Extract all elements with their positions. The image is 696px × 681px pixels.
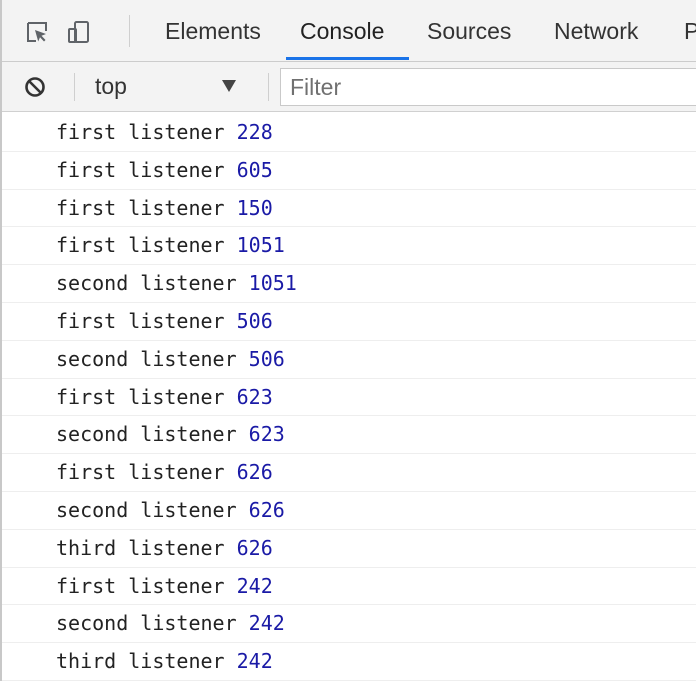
console-message: first listener 506 (2, 303, 696, 341)
console-message: first listener 1051 (2, 227, 696, 266)
device-toolbar-icon[interactable] (67, 20, 91, 44)
tab-console[interactable]: Console (300, 0, 384, 61)
console-message: first listener 242 (2, 568, 696, 606)
console-message-text: third listener (56, 649, 225, 674)
console-message-number: 626 (236, 460, 273, 485)
console-message-number: 242 (236, 649, 273, 674)
console-message: second listener 626 (2, 492, 696, 530)
console-message-text: second listener (56, 271, 237, 296)
console-message-text: first listener (56, 233, 225, 258)
console-message-text: second listener (56, 346, 237, 371)
console-message-number: 626 (248, 497, 285, 522)
console-message-number: 242 (236, 573, 273, 598)
console-message-number: 506 (248, 346, 285, 371)
console-message-number: 1051 (236, 233, 285, 258)
tab-bar: Elements Console Sources Network P (2, 0, 696, 62)
tab-elements[interactable]: Elements (165, 0, 261, 61)
toolbar-separator (74, 73, 75, 101)
console-message-number: 623 (248, 422, 285, 447)
console-message-text: first listener (56, 120, 225, 144)
console-message: third listener 626 (2, 530, 696, 568)
console-message-text: first listener (56, 157, 225, 182)
console-message-text: first listener (56, 460, 225, 485)
console-message-number: 626 (236, 535, 273, 560)
console-message: third listener 242 (2, 643, 696, 681)
context-label: top (95, 73, 127, 99)
console-message-number: 506 (236, 308, 273, 333)
console-message-text: first listener (56, 195, 225, 220)
clear-console-icon[interactable] (23, 75, 47, 99)
console-message: first listener 605 (2, 152, 696, 190)
console-message-number: 623 (236, 384, 273, 409)
console-message-text: second listener (56, 422, 237, 447)
console-toolbar: top (2, 62, 696, 112)
active-tab-indicator (286, 57, 409, 60)
console-message: second listener 1051 (2, 265, 696, 303)
console-message-number: 150 (236, 195, 273, 220)
console-message: second listener 242 (2, 605, 696, 644)
console-message-number: 242 (248, 611, 285, 636)
console-message-text: first listener (56, 573, 225, 598)
console-message-number: 605 (236, 157, 273, 182)
console-message: second listener 623 (2, 416, 696, 455)
console-message-text: second listener (56, 497, 237, 522)
devtools-panel: Elements Console Sources Network P top f… (0, 0, 696, 681)
console-message: second listener 506 (2, 341, 696, 379)
console-message-text: first listener (56, 384, 225, 409)
console-message-text: first listener (56, 308, 225, 333)
tab-separator (129, 15, 130, 47)
tab-sources[interactable]: Sources (427, 0, 511, 61)
console-message-text: third listener (56, 535, 225, 560)
context-selector[interactable]: top (85, 62, 255, 111)
inspect-element-icon[interactable] (25, 20, 49, 44)
tab-performance[interactable]: P (684, 0, 696, 61)
console-message-text: second listener (56, 611, 237, 636)
console-message: first listener 623 (2, 379, 696, 417)
console-message: first listener 150 (2, 190, 696, 228)
filter-input[interactable] (280, 68, 696, 106)
console-message: first listener 626 (2, 454, 696, 492)
console-message: first listener 228 (2, 114, 696, 152)
console-message-number: 228 (236, 120, 273, 144)
toolbar-separator (268, 73, 269, 101)
console-log: first listener 228 first listener 605 firs… (2, 114, 696, 681)
dropdown-triangle-icon (222, 80, 236, 92)
console-message-number: 1051 (248, 271, 297, 296)
tab-network[interactable]: Network (554, 0, 638, 61)
